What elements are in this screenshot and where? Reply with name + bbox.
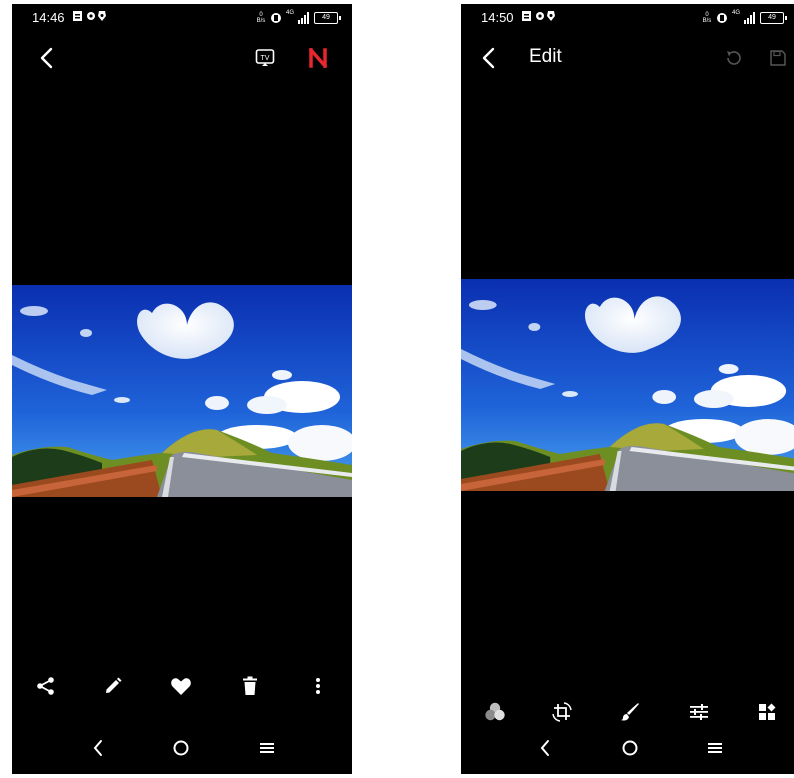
- vibrate-icon: [270, 12, 282, 24]
- more-vertical-icon[interactable]: [306, 674, 330, 698]
- vibrate-icon: [716, 12, 728, 24]
- status-bar: 14:46 0 B/s 4G 49: [12, 4, 352, 32]
- share-icon[interactable]: [34, 674, 58, 698]
- more-tools-icon[interactable]: [755, 700, 779, 724]
- back-icon[interactable]: [476, 46, 500, 70]
- status-bar: 14:50 0 B/s 4G 49: [461, 4, 794, 32]
- delete-trash-icon[interactable]: [238, 674, 262, 698]
- status-time: 14:50: [481, 10, 514, 25]
- edit-tools-toolbar: [461, 696, 794, 732]
- system-nav-bar: [12, 728, 352, 768]
- status-notification-icons: [72, 9, 112, 25]
- status-time: 14:46: [32, 10, 65, 25]
- network-type: 4G: [285, 10, 294, 16]
- nav-back-icon[interactable]: [533, 736, 557, 760]
- nav-home-icon[interactable]: [169, 736, 193, 760]
- system-nav-bar: [461, 728, 794, 768]
- photo[interactable]: [461, 279, 794, 491]
- status-right: 0 B/s 4G 49: [702, 9, 787, 27]
- network-speed: 0 B/s: [256, 12, 266, 24]
- photo[interactable]: [12, 285, 352, 497]
- save-icon[interactable]: [766, 46, 790, 70]
- nav-recents-icon[interactable]: [255, 736, 279, 760]
- battery-icon: 49: [760, 12, 787, 24]
- network-speed: 0 B/s: [702, 12, 712, 24]
- nav-back-icon[interactable]: [86, 736, 110, 760]
- back-icon[interactable]: [34, 46, 58, 70]
- crop-rotate-icon[interactable]: [550, 700, 574, 724]
- status-notification-icons: [521, 9, 561, 25]
- signal-icon: [744, 12, 756, 24]
- photo-actions-toolbar: [12, 670, 352, 706]
- edit-pencil-icon[interactable]: [101, 674, 125, 698]
- adjust-sliders-icon[interactable]: [687, 700, 711, 724]
- filters-icon[interactable]: [483, 700, 507, 724]
- battery-icon: 49: [314, 12, 341, 24]
- undo-icon[interactable]: [721, 46, 745, 70]
- nav-recents-icon[interactable]: [703, 736, 727, 760]
- photo-edit-screen: 14:50 0 B/s 4G 49 Edit: [461, 4, 794, 774]
- status-right: 0 B/s 4G 49: [256, 9, 341, 27]
- svg-text:TV: TV: [261, 55, 270, 62]
- network-type: 4G: [731, 10, 740, 16]
- photo-viewer-screen: 14:46 0 B/s 4G 49 TV: [12, 4, 352, 774]
- signal-icon: [298, 12, 310, 24]
- favorite-heart-icon[interactable]: [169, 674, 193, 698]
- cast-tv-icon[interactable]: TV: [253, 46, 277, 70]
- app-logo-icon[interactable]: [306, 46, 330, 70]
- nav-home-icon[interactable]: [618, 736, 642, 760]
- brush-icon[interactable]: [618, 700, 642, 724]
- page-title: Edit: [529, 46, 562, 67]
